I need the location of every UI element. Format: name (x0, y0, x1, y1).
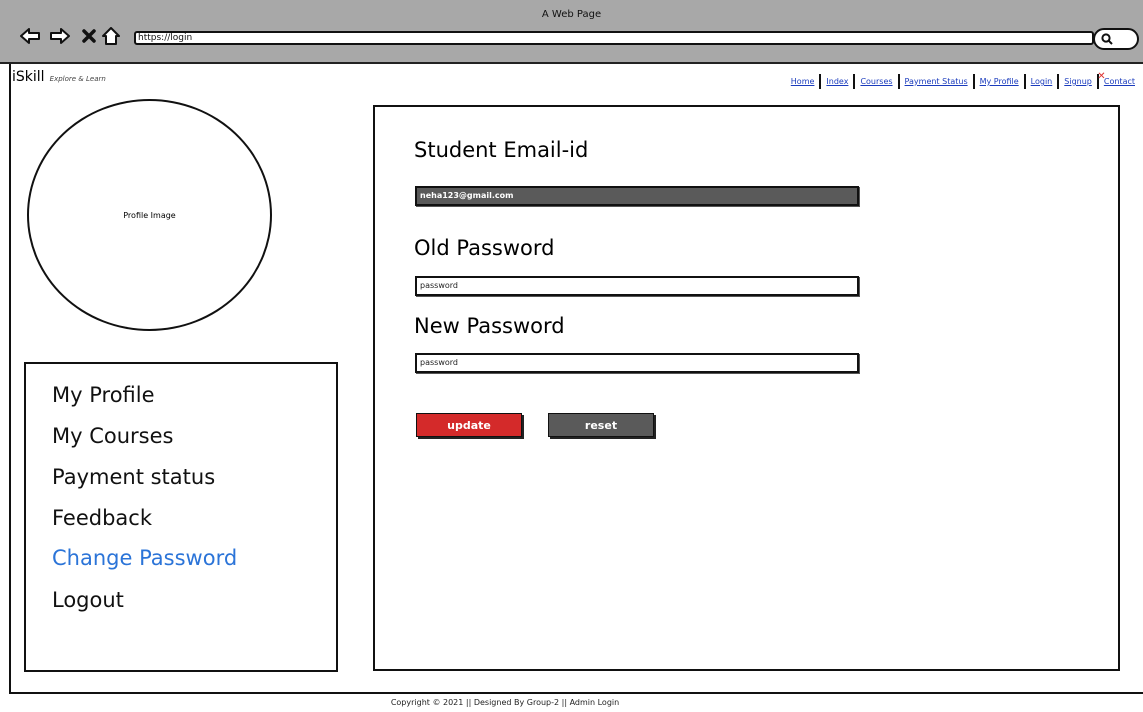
search-button[interactable] (1093, 28, 1139, 50)
nav-link-payment-status[interactable]: Payment Status (900, 77, 973, 86)
back-arrow-icon[interactable] (20, 26, 40, 46)
nav-link-home[interactable]: Home (786, 77, 820, 86)
footer-text: Copyright © 2021 || Designed By Group-2 … (390, 698, 620, 707)
menu-item-my-profile[interactable]: My Profile (52, 383, 155, 407)
new-password-field[interactable]: password (415, 353, 859, 373)
brand-name: iSkill (12, 69, 45, 85)
nav-link-login[interactable]: Login (1026, 77, 1058, 86)
update-button[interactable]: update (416, 413, 522, 437)
home-icon[interactable] (101, 26, 121, 46)
nav-signup-wrapper: Signup ✕ (1059, 72, 1105, 87)
profile-image-placeholder: Profile Image (27, 99, 272, 331)
old-password-label: Old Password (414, 236, 555, 260)
email-field[interactable]: neha123@gmail.com (415, 186, 859, 206)
change-password-form: Student Email-id neha123@gmail.com Old P… (373, 105, 1120, 671)
side-menu: My Profile My Courses Payment status Fee… (24, 362, 338, 672)
browser-chrome: A Web Page https://login (0, 0, 1143, 64)
url-bar[interactable]: https://login (134, 31, 1094, 45)
reset-button[interactable]: reset (548, 413, 654, 437)
menu-item-my-courses[interactable]: My Courses (52, 424, 173, 448)
email-label: Student Email-id (414, 138, 589, 162)
search-icon (1101, 30, 1113, 49)
brand-tagline: Explore & Learn (49, 75, 106, 83)
nav-link-signup[interactable]: Signup (1059, 77, 1097, 86)
close-icon[interactable] (79, 26, 99, 46)
footer-divider (9, 692, 1143, 694)
profile-image-label: Profile Image (123, 210, 176, 220)
brand[interactable]: iSkill Explore & Learn (12, 66, 106, 85)
window-title: A Web Page (541, 9, 602, 20)
cursor-icon: ✕ (1097, 71, 1106, 82)
nav-link-index[interactable]: Index (821, 77, 853, 86)
nav-link-my-profile[interactable]: My Profile (975, 77, 1024, 86)
menu-item-feedback[interactable]: Feedback (52, 506, 152, 530)
forward-arrow-icon[interactable] (50, 26, 70, 46)
menu-item-logout[interactable]: Logout (52, 588, 124, 612)
new-password-label: New Password (414, 314, 565, 338)
menu-item-change-password[interactable]: Change Password (52, 546, 237, 570)
nav-link-courses[interactable]: Courses (855, 77, 897, 86)
top-nav: Home Index Courses Payment Status My Pro… (786, 72, 1140, 89)
menu-item-payment-status[interactable]: Payment status (52, 465, 215, 489)
old-password-field[interactable]: password (415, 276, 859, 296)
